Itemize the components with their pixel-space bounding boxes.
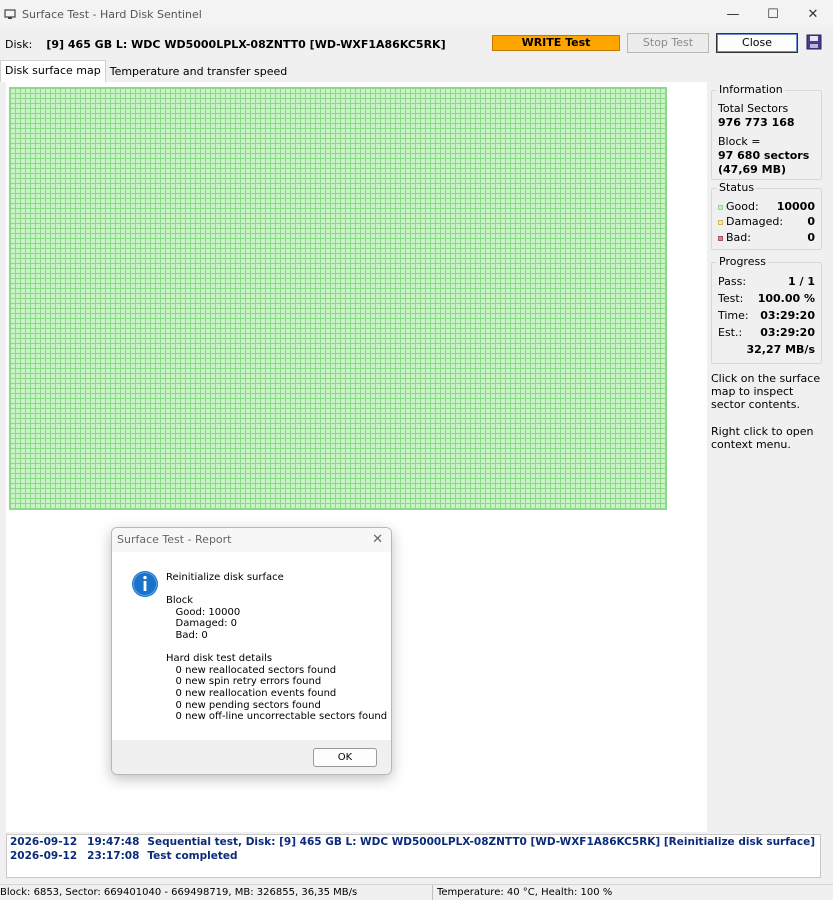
- window-title: Surface Test - Hard Disk Sentinel: [22, 7, 202, 21]
- log-time: 23:17:08: [87, 850, 140, 862]
- disk-label: Disk:: [5, 37, 33, 51]
- dialog-footer: OK: [112, 740, 391, 774]
- status-group: Status Good: 10000 Damaged: 0 Bad: 0: [711, 181, 822, 250]
- status-title: Status: [717, 181, 757, 194]
- log-date: 2026-09-12: [10, 850, 78, 862]
- dialog-message: Reinitialize disk surface Block Good: 10…: [166, 572, 388, 723]
- log-message: Sequential test, Disk: [9] 465 GB L: WDC…: [147, 836, 816, 848]
- damaged-legend-icon: [718, 219, 723, 225]
- information-title: Information: [717, 83, 785, 96]
- pass-label: Pass:: [718, 275, 747, 288]
- bad-label: Bad:: [726, 231, 751, 244]
- pass-row: Pass: 1 / 1: [712, 273, 821, 290]
- information-group: Information Total Sectors 976 773 168 Bl…: [711, 83, 822, 180]
- good-label: Good:: [726, 200, 759, 213]
- save-icon[interactable]: [806, 34, 822, 50]
- maximize-button[interactable]: ☐: [753, 0, 793, 28]
- minimize-icon: —: [726, 6, 740, 22]
- status-bad-row: Bad: 0: [712, 229, 821, 246]
- minimize-button[interactable]: —: [713, 0, 753, 28]
- status-bar: Block: 6853, Sector: 669401040 - 6694987…: [0, 884, 833, 900]
- status-good-row: Good: 10000: [712, 198, 821, 215]
- good-value: 10000: [776, 200, 815, 213]
- side-panel: Information Total Sectors 976 773 168 Bl…: [707, 82, 829, 832]
- status-damaged-row: Damaged: 0: [712, 215, 821, 229]
- log-time: 19:47:48: [87, 836, 140, 848]
- write-test-button[interactable]: WRITE Test: [492, 35, 620, 51]
- est-value: 03:29:20: [760, 326, 815, 339]
- right-click-hint: Right click to open context menu.: [711, 425, 814, 451]
- test-row: Test: 100.00 %: [712, 290, 821, 307]
- total-sectors-value: 976 773 168: [718, 116, 795, 129]
- dialog-title: Surface Test - Report: [112, 528, 391, 552]
- bad-legend-icon: [718, 235, 723, 241]
- est-row: Est.: 03:29:20: [712, 324, 821, 341]
- progress-title: Progress: [717, 255, 768, 268]
- stop-test-button[interactable]: Stop Test: [627, 33, 709, 53]
- log-panel[interactable]: 2026-09-12 19:47:48 Sequential test, Disk:…: [6, 834, 821, 878]
- time-row: Time: 03:29:20: [712, 307, 821, 324]
- tab-bar: Disk surface map Temperature and transfe…: [0, 60, 706, 82]
- tab-temperature-transfer-speed[interactable]: Temperature and transfer speed: [106, 62, 292, 82]
- disk-value: [9] 465 GB L: WDC WD5000LPLX-08ZNTT0 [WD…: [46, 37, 446, 51]
- time-label: Time:: [718, 309, 749, 322]
- dialog-close-icon[interactable]: ✕: [372, 532, 383, 547]
- title-bar: Surface Test - Hard Disk Sentinel — ☐ ✕: [0, 0, 833, 28]
- block-sectors-value: 97 680 sectors: [718, 149, 810, 162]
- dialog-body: Reinitialize disk surface Block Good: 10…: [112, 552, 391, 740]
- block-size-value: (47,69 MB): [718, 163, 787, 176]
- total-sectors-label: Total Sectors: [718, 102, 789, 115]
- info-icon: [132, 571, 158, 597]
- est-label: Est.:: [718, 326, 743, 339]
- speed-value: 32,27 MB/s: [746, 343, 815, 356]
- app-icon: [4, 9, 16, 19]
- good-legend-icon: [718, 204, 723, 210]
- disk-surface-map[interactable]: [9, 87, 667, 510]
- tab-disk-surface-map[interactable]: Disk surface map: [0, 60, 106, 82]
- log-date: 2026-09-12: [10, 836, 78, 848]
- pass-value: 1 / 1: [788, 275, 815, 288]
- report-dialog: Surface Test - Report ✕ Reinitialize dis…: [111, 527, 392, 775]
- status-bar-temperature-health: Temperature: 40 °C, Health: 100 %: [432, 885, 612, 900]
- log-line: 2026-09-12 23:17:08 Test completed: [7, 849, 820, 863]
- speed-row: 32,27 MB/s: [712, 341, 821, 358]
- block-label: Block =: [718, 135, 761, 148]
- click-hint: Click on the surface map to inspect sect…: [711, 372, 821, 411]
- bad-value: 0: [807, 231, 815, 244]
- maximize-icon: ☐: [767, 6, 779, 22]
- test-label: Test:: [718, 292, 744, 305]
- status-bar-block-info: Block: 6853, Sector: 669401040 - 6694987…: [0, 887, 358, 898]
- time-value: 03:29:20: [760, 309, 815, 322]
- ok-button[interactable]: OK: [313, 748, 377, 767]
- log-line: 2026-09-12 19:47:48 Sequential test, Disk:…: [7, 835, 820, 849]
- close-icon: ✕: [807, 6, 819, 22]
- test-value: 100.00 %: [757, 292, 815, 305]
- damaged-value: 0: [807, 215, 815, 228]
- damaged-label: Damaged:: [726, 215, 784, 228]
- log-message: Test completed: [147, 850, 238, 862]
- window-close-button[interactable]: ✕: [793, 0, 833, 28]
- progress-group: Progress Pass: 1 / 1 Test: 100.00 % Time: 0…: [711, 255, 822, 364]
- toolbar: Disk: [9] 465 GB L: WDC WD5000LPLX-08ZNT…: [0, 28, 833, 60]
- close-button[interactable]: Close: [716, 33, 798, 53]
